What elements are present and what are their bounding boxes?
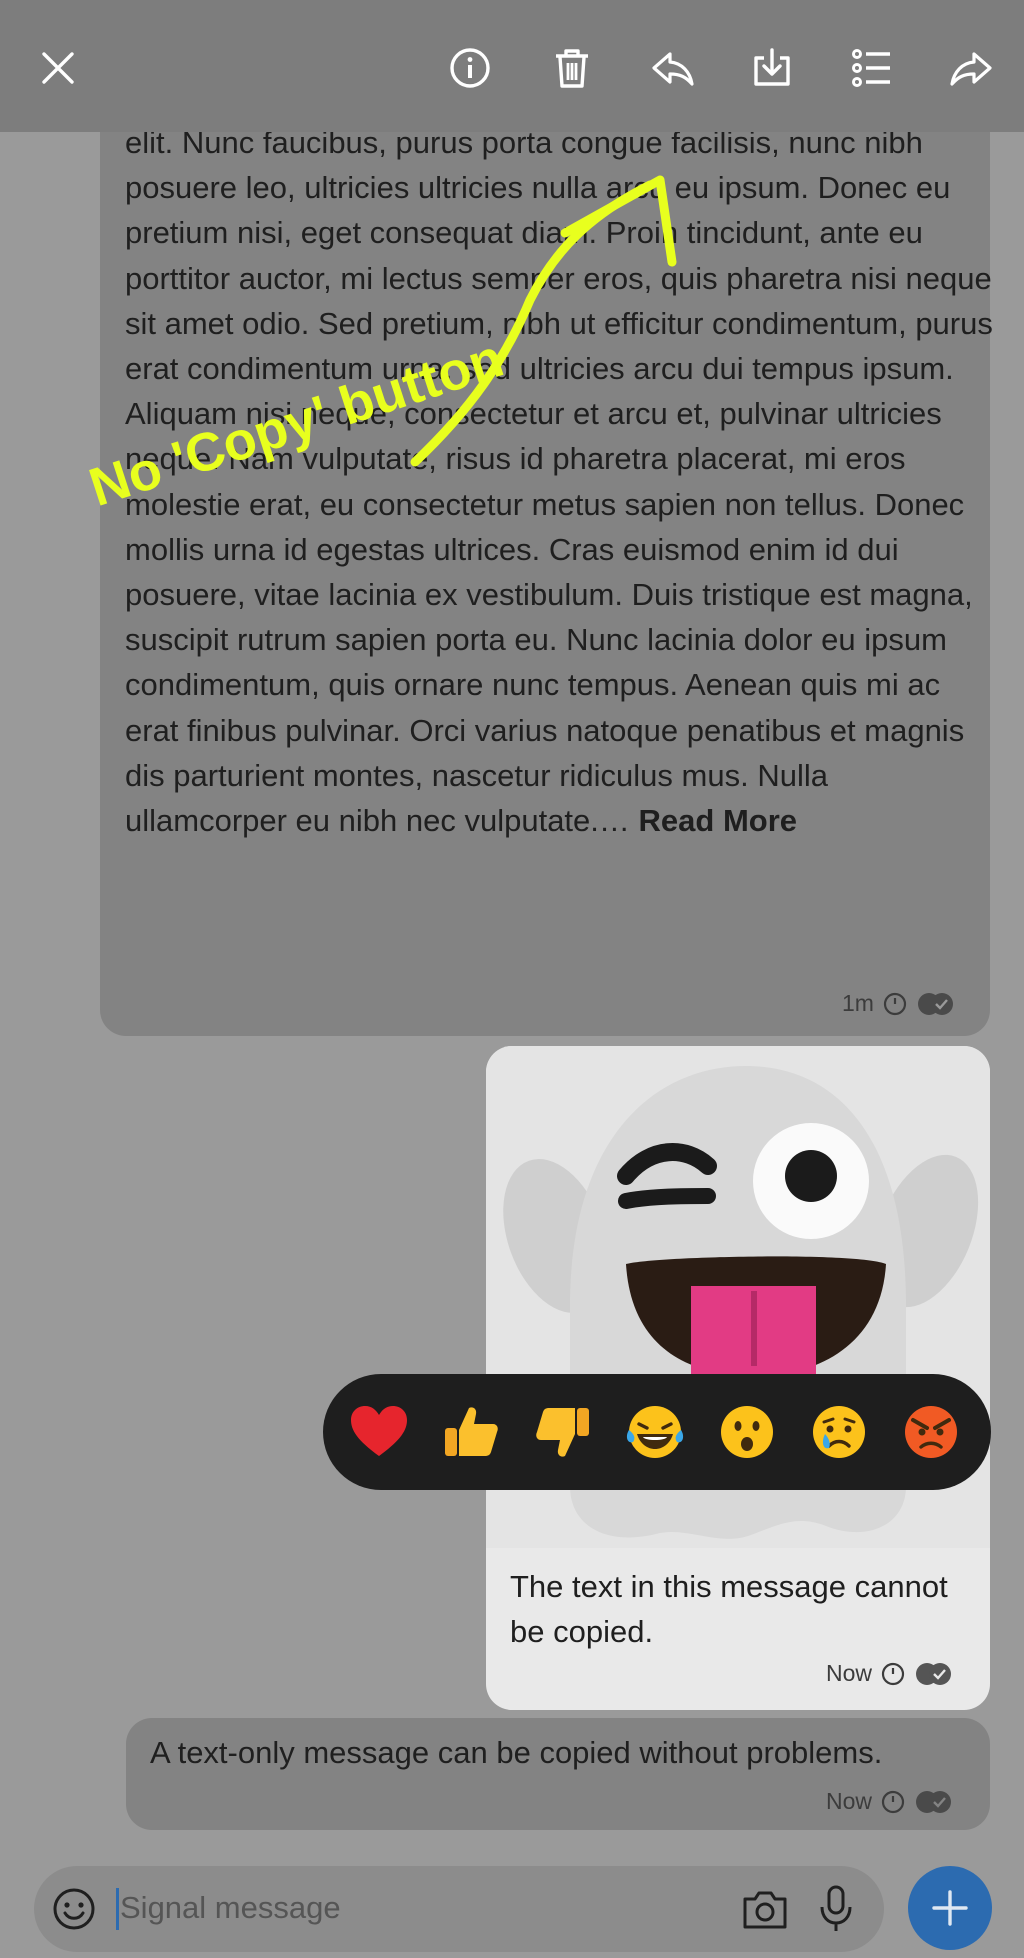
reaction-angry[interactable] [899,1400,963,1464]
save-icon[interactable] [746,42,798,94]
reaction-heart[interactable] [347,1400,411,1464]
reaction-thumbs-up[interactable] [439,1400,503,1464]
message-action-bar [0,0,1024,132]
reaction-thumbs-down[interactable] [531,1400,595,1464]
trash-icon[interactable] [546,42,598,94]
reaction-picker [323,1374,991,1490]
select-multiple-icon[interactable] [846,42,898,94]
forward-icon[interactable] [946,42,998,94]
reaction-surprised[interactable] [715,1400,779,1464]
reaction-laughing[interactable] [623,1400,687,1464]
reply-icon[interactable] [646,42,698,94]
info-icon[interactable] [444,42,496,94]
reaction-crying[interactable] [807,1400,871,1464]
close-icon[interactable] [32,42,84,94]
annotation-arrow [410,175,677,467]
